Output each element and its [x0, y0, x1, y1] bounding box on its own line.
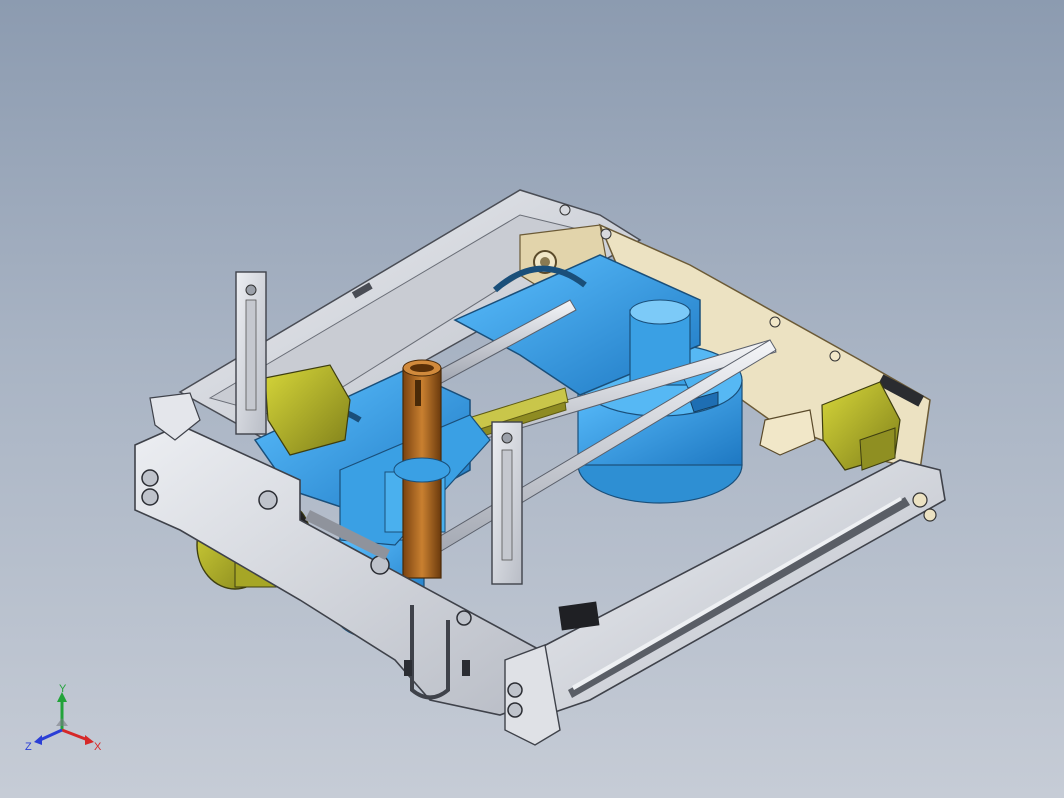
- side-rail: [504, 459, 946, 746]
- z-axis-head: [34, 735, 42, 745]
- z-axis-label: Z: [25, 741, 32, 753]
- axis-triad: Y X Z: [25, 683, 102, 753]
- x-axis-label: X: [94, 741, 102, 753]
- cad-viewport[interactable]: Y X Z: [0, 0, 1064, 798]
- x-axis-arrow: [61, 728, 89, 742]
- y-axis-label: Y: [59, 683, 67, 695]
- z-axis-arrow: [39, 728, 63, 742]
- printer-mechanism-model[interactable]: [0, 0, 1064, 798]
- x-axis-head: [85, 735, 94, 745]
